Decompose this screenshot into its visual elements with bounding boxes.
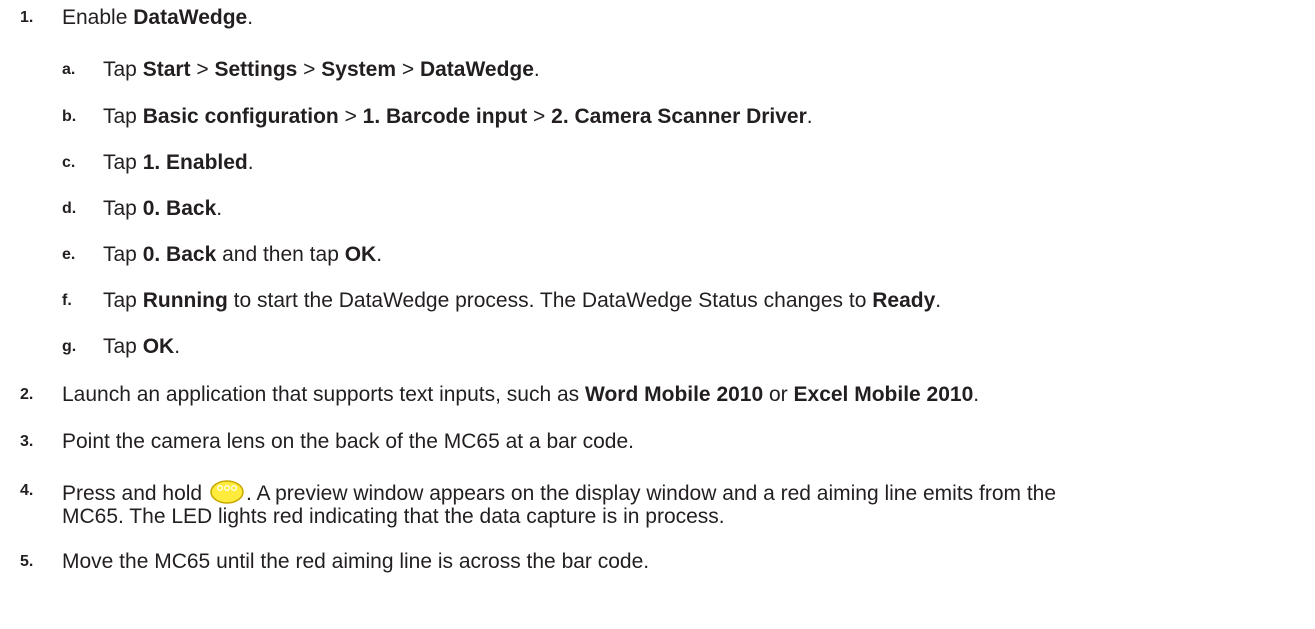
text-run: > xyxy=(190,58,215,81)
text-run: and then tap xyxy=(216,243,345,266)
text-run: . xyxy=(935,289,942,312)
bold-term: Running xyxy=(142,289,228,312)
text-run: . xyxy=(174,335,181,358)
substep-c-text: Tap 1. Enabled. xyxy=(103,151,254,175)
procedure-page: { "colors": { "text": "#231f20", "scan_k… xyxy=(0,0,1315,629)
substep-e-number: e. xyxy=(62,246,76,263)
text-run: > xyxy=(396,58,420,81)
text-run: to start the DataWedge process. The Data… xyxy=(227,289,873,312)
bold-term: 0. Back xyxy=(142,243,217,266)
step-2-number: 2. xyxy=(20,386,34,403)
substep-f-text: Tap Running to start the DataWedge proce… xyxy=(103,289,941,313)
text-run: . xyxy=(973,383,980,406)
substep-g-number: g. xyxy=(62,338,77,355)
substep-g-text: Tap OK. xyxy=(103,335,180,359)
bold-term: OK xyxy=(142,335,175,358)
substep-f-number: f. xyxy=(62,292,72,309)
bold-term: Settings xyxy=(214,58,298,81)
substep-a-number: a. xyxy=(62,61,76,78)
text-run: . xyxy=(247,6,254,29)
text-run: Launch an application that supports text… xyxy=(62,383,586,406)
text-run: Tap xyxy=(103,289,143,312)
text-run: > xyxy=(297,58,322,81)
substep-d-number: d. xyxy=(62,200,77,217)
step-1-text: Enable DataWedge. xyxy=(62,6,253,30)
text-run: Tap xyxy=(103,243,143,266)
text-run: or xyxy=(763,383,794,406)
text-run: Tap xyxy=(103,105,143,128)
substep-b-text: Tap Basic configuration > 1. Barcode inp… xyxy=(103,105,813,129)
bold-term: 0. Back xyxy=(142,197,217,220)
bold-term: System xyxy=(321,58,396,81)
bold-term: 1. Enabled xyxy=(142,151,248,174)
substep-c-number: c. xyxy=(62,154,76,171)
substep-b-number: b. xyxy=(62,108,77,125)
substep-e-text: Tap 0. Back and then tap OK. xyxy=(103,243,382,267)
substep-d-text: Tap 0. Back. xyxy=(103,197,222,221)
text-run: Tap xyxy=(103,58,143,81)
text-run: Point the camera lens on the back of the… xyxy=(62,430,635,453)
text-run: . xyxy=(376,243,383,266)
step-4-number: 4. xyxy=(20,482,34,499)
step-4-continuation: MC65. The LED lights red indicating that… xyxy=(62,505,725,528)
step-4-text: Press and hold . A preview window appear… xyxy=(62,479,1056,506)
text-run: Tap xyxy=(103,335,143,358)
bold-term: DataWedge xyxy=(419,58,534,81)
bold-term: 1. Barcode input xyxy=(362,105,528,128)
step-5-text: Move the MC65 until the red aiming line … xyxy=(62,550,649,574)
bold-term: Ready xyxy=(872,289,936,312)
text-run: Tap xyxy=(103,151,143,174)
bold-term: DataWedge xyxy=(133,6,248,29)
scan-key-icon xyxy=(210,480,244,504)
substep-a-text: Tap Start > Settings > System > DataWedg… xyxy=(103,58,540,82)
bold-term: Word Mobile 2010 xyxy=(585,383,764,406)
bold-term: Basic configuration xyxy=(142,105,339,128)
text-run: Enable xyxy=(62,6,134,29)
bold-term: 2. Camera Scanner Driver xyxy=(551,105,807,128)
text-run: . xyxy=(806,105,813,128)
bold-term: Start xyxy=(142,58,191,81)
bold-term: Excel Mobile 2010 xyxy=(793,383,974,406)
step-5-number: 5. xyxy=(20,553,34,570)
text-run: Move the MC65 until the red aiming line … xyxy=(62,550,650,573)
step-2-text: Launch an application that supports text… xyxy=(62,383,979,407)
text-run: > xyxy=(338,105,363,128)
text-run: . A preview window appears on the displa… xyxy=(245,482,1057,505)
text-run: . xyxy=(533,58,540,81)
text-run: Press and hold xyxy=(62,482,208,505)
text-run: . xyxy=(247,151,254,174)
text-run: . xyxy=(216,197,223,220)
text-run: > xyxy=(527,105,552,128)
step-3-text: Point the camera lens on the back of the… xyxy=(62,430,634,454)
bold-term: OK xyxy=(344,243,377,266)
step-3-number: 3. xyxy=(20,433,34,450)
text-run: Tap xyxy=(103,197,143,220)
step-1-number: 1. xyxy=(20,9,34,26)
